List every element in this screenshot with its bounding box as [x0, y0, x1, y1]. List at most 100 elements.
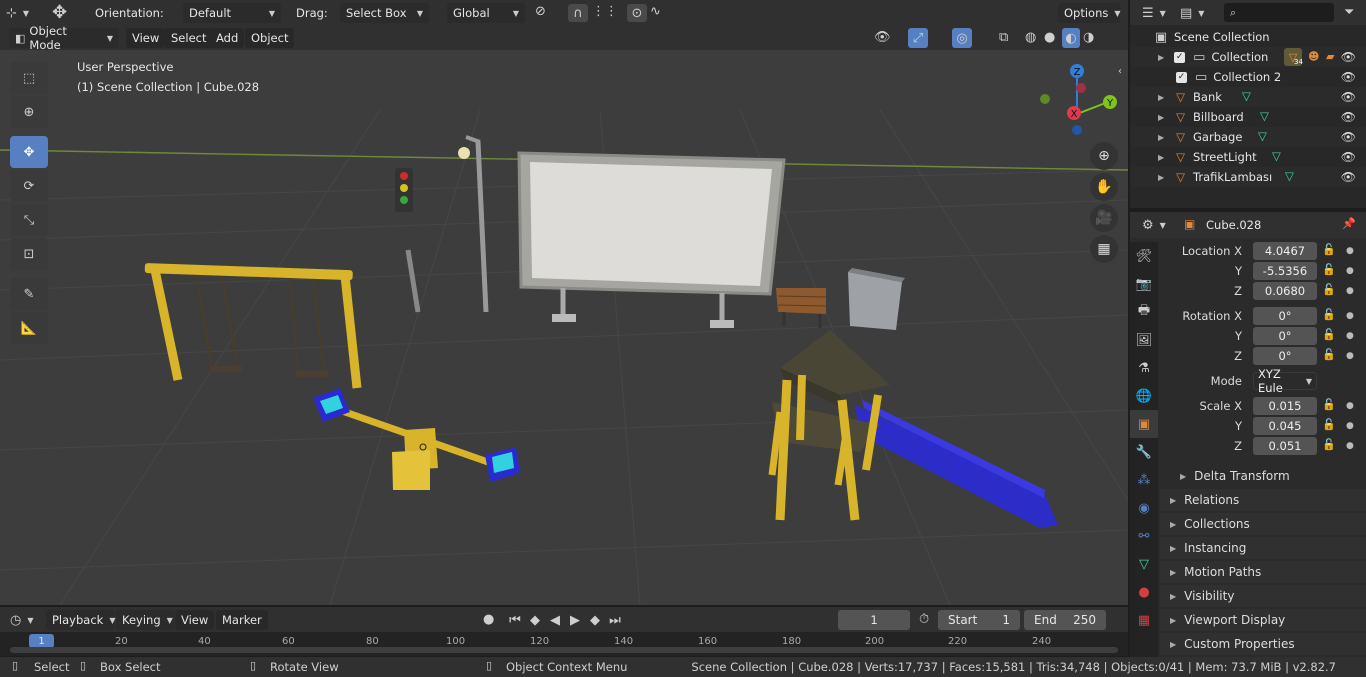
drag-dropdown[interactable]: Select Box ▼: [340, 3, 429, 23]
lock-icon[interactable]: 🔓: [1322, 398, 1336, 411]
current-frame-field[interactable]: 1: [838, 610, 910, 630]
lock-icon[interactable]: 🔓: [1322, 308, 1336, 321]
scale-x-field[interactable]: 0.015: [1253, 397, 1317, 415]
object-tab-icon[interactable]: ▣: [1130, 410, 1158, 438]
play-icon[interactable]: ▶: [566, 613, 584, 628]
modifier-tab-icon[interactable]: 🔧: [1130, 438, 1158, 466]
xray-icon[interactable]: ⧉: [999, 30, 1008, 45]
gizmo-toggle-icon[interactable]: ⤢: [908, 28, 928, 48]
scene-tab-icon[interactable]: ⚗: [1130, 354, 1158, 382]
timeline-scrollbar[interactable]: [10, 647, 1118, 653]
outliner-search-input[interactable]: ⌕: [1224, 3, 1334, 22]
record-icon[interactable]: ●: [483, 612, 494, 627]
material-shading-icon[interactable]: ◐: [1062, 28, 1080, 48]
keyframe-dot-icon[interactable]: ●: [1346, 266, 1354, 276]
filter-icon[interactable]: ⏷: [1344, 5, 1354, 20]
outliner-item-bank[interactable]: ▶ ▽ Bank ▽ 👁: [1130, 87, 1366, 107]
data-tab-icon[interactable]: ▽: [1130, 550, 1158, 578]
menu-view[interactable]: View: [126, 28, 166, 48]
display-mode-icon[interactable]: ▤ ▼: [1180, 3, 1204, 23]
select-box-tool-icon[interactable]: ⬚: [10, 62, 48, 94]
mode-dropdown[interactable]: ◧ Object Mode ▼: [9, 24, 119, 52]
expand-arrow-icon[interactable]: ▶: [1158, 173, 1164, 182]
grid-perspective-icon[interactable]: ▦: [1090, 235, 1118, 263]
sidebar-toggle-icon[interactable]: ‹: [1118, 66, 1122, 77]
scale-z-field[interactable]: 0.051: [1253, 437, 1317, 455]
viewport-display-panel[interactable]: ▶ Viewport Display: [1160, 609, 1366, 631]
particles-tab-icon[interactable]: ⁂: [1130, 466, 1158, 494]
camera-icon[interactable]: 🎥: [1090, 204, 1118, 232]
world-tab-icon[interactable]: 🌐: [1130, 382, 1158, 410]
editor-type-button[interactable]: ⊹ ▼: [6, 3, 29, 23]
collections-panel[interactable]: ▶ Collections: [1160, 513, 1366, 535]
measure-tool-icon[interactable]: 📐: [10, 312, 48, 344]
visibility-eye-icon[interactable]: 👁: [1341, 90, 1356, 104]
lock-icon[interactable]: 🔓: [1322, 438, 1336, 451]
visibility-eye-icon[interactable]: 👁: [1341, 50, 1356, 64]
outliner-item-collection-2[interactable]: ✓ ▭ Collection 2 👁: [1130, 67, 1366, 87]
lock-icon[interactable]: 🔓: [1322, 348, 1336, 361]
delta-transform-panel[interactable]: ▶ Delta Transform: [1170, 465, 1366, 487]
overlay-toggle-icon[interactable]: ◎: [952, 28, 972, 48]
options-dropdown[interactable]: Options ▼: [1058, 3, 1121, 23]
expand-arrow-icon[interactable]: ▶: [1158, 153, 1164, 162]
rotation-mode-dropdown[interactable]: XYZ Eule ▼: [1253, 367, 1317, 395]
keyframe-dot-icon[interactable]: ●: [1346, 311, 1354, 321]
expand-arrow-icon[interactable]: ▶: [1158, 133, 1164, 142]
material-tab-icon[interactable]: ●: [1130, 578, 1158, 606]
orientation-dropdown[interactable]: Default ▼: [183, 3, 281, 23]
keyframe-dot-icon[interactable]: ●: [1346, 286, 1354, 296]
keyframe-dot-icon[interactable]: ●: [1346, 441, 1354, 451]
visibility-eye-icon[interactable]: 👁: [1341, 70, 1356, 84]
keyframe-dot-icon[interactable]: ●: [1346, 421, 1354, 431]
expand-arrow-icon[interactable]: ▶: [1158, 113, 1164, 122]
keyframe-dot-icon[interactable]: ●: [1346, 246, 1354, 256]
physics-tab-icon[interactable]: ◉: [1130, 494, 1158, 522]
annotate-tool-icon[interactable]: ✎: [10, 278, 48, 310]
location-y-field[interactable]: -5.5356: [1253, 262, 1317, 280]
timeline-view-menu[interactable]: View: [175, 610, 215, 630]
playback-menu[interactable]: Playback ▼: [46, 610, 115, 630]
keying-menu[interactable]: Keying ▼: [116, 610, 174, 630]
play-reverse-icon[interactable]: ◀: [546, 613, 564, 628]
rotate-tool-icon[interactable]: ⟳: [10, 170, 48, 202]
lock-icon[interactable]: 🔓: [1322, 263, 1336, 276]
motion-paths-panel[interactable]: ▶ Motion Paths: [1160, 561, 1366, 583]
visibility-eye-icon[interactable]: 👁: [1341, 150, 1356, 164]
outliner-item-trafiklambasi[interactable]: ▶ ▽ TrafikLambası ▽ 👁: [1130, 167, 1366, 187]
rotation-x-field[interactable]: 0°: [1253, 307, 1317, 325]
relations-panel[interactable]: ▶ Relations: [1160, 489, 1366, 511]
visibility-eye-icon[interactable]: 👁: [1341, 170, 1356, 184]
properties-editor-icon[interactable]: ⚙ ▼: [1142, 215, 1166, 235]
checkbox-icon[interactable]: ✓: [1176, 71, 1187, 83]
expand-arrow-icon[interactable]: ▶: [1158, 53, 1164, 62]
outliner-root[interactable]: ▣ Scene Collection: [1130, 27, 1366, 47]
next-keyframe-icon[interactable]: ◆: [586, 613, 604, 628]
timeline-editor-icon[interactable]: ◷ ▼: [10, 610, 34, 630]
scene-canvas[interactable]: Z Y X: [0, 50, 1128, 605]
lock-icon[interactable]: 🔓: [1322, 418, 1336, 431]
scale-y-field[interactable]: 0.045: [1253, 417, 1317, 435]
lock-icon[interactable]: 🔓: [1322, 328, 1336, 341]
custom-properties-panel[interactable]: ▶ Custom Properties: [1160, 633, 1366, 655]
output-tab-icon[interactable]: 🖶: [1130, 298, 1158, 326]
outliner-item-collection[interactable]: ▶ ✓ ▭ Collection ▽ 34 ☻ ▰ 👁: [1130, 47, 1366, 67]
rotation-z-field[interactable]: 0°: [1253, 347, 1317, 365]
location-z-field[interactable]: 0.0680: [1253, 282, 1317, 300]
start-frame-field[interactable]: Start 1: [938, 610, 1020, 630]
visibility-panel[interactable]: ▶ Visibility: [1160, 585, 1366, 607]
end-frame-field[interactable]: End 250: [1024, 610, 1106, 630]
pivot-point-icon[interactable]: ⊘: [535, 4, 546, 19]
lock-icon[interactable]: 🔓: [1322, 283, 1336, 296]
lock-icon[interactable]: 🔓: [1322, 243, 1336, 256]
visibility-eye-icon[interactable]: 👁: [1341, 130, 1356, 144]
prev-keyframe-icon[interactable]: ◆: [526, 613, 544, 628]
rendered-shading-icon[interactable]: ◑: [1083, 30, 1094, 45]
render-tab-icon[interactable]: 📷: [1130, 270, 1158, 298]
transform-tool-icon[interactable]: ⊡: [10, 238, 48, 270]
constraints-tab-icon[interactable]: ⚯: [1130, 522, 1158, 550]
pin-icon[interactable]: 📌: [1342, 217, 1356, 230]
outliner-item-billboard[interactable]: ▶ ▽ Billboard ▽ 👁: [1130, 107, 1366, 127]
3d-viewport[interactable]: Z Y X User Perspective (1) Scene Collect…: [0, 50, 1128, 605]
stopwatch-icon[interactable]: ⏱: [919, 612, 929, 627]
